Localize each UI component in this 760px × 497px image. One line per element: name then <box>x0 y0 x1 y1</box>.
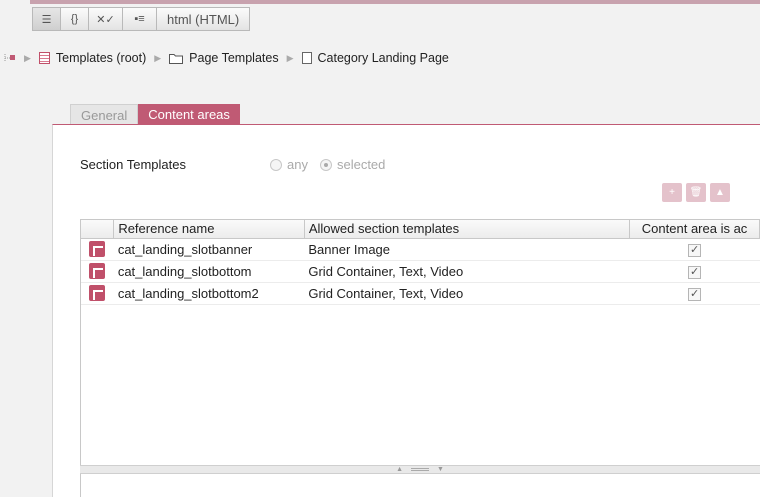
content-areas-table: Reference name Allowed section templates… <box>80 219 760 497</box>
editor-toolbar: ☰ {} ✕✓ ▪≡ html (HTML) <box>32 7 251 31</box>
content-area-icon <box>89 241 106 258</box>
tree-root-icon[interactable] <box>4 53 16 63</box>
collapse-down-icon[interactable]: ▼ <box>437 466 444 473</box>
cell-allowed-section-templates[interactable]: Grid Container, Text, Video <box>304 282 630 305</box>
folder-icon <box>169 53 184 64</box>
column-header-reference-name[interactable]: Reference name <box>113 220 305 239</box>
validate-icon[interactable]: ✕✓ <box>88 7 122 31</box>
cell-allowed-section-templates[interactable]: Banner Image <box>304 238 630 261</box>
breadcrumb: ▶ Templates (root) ▶ Page Templates ▶ Ca… <box>0 48 449 68</box>
grip-icon[interactable] <box>411 468 429 471</box>
template-icon <box>38 52 50 64</box>
content-area-active-checkbox[interactable]: ✓ <box>688 287 702 301</box>
column-header-icon <box>81 220 115 239</box>
form-view-icon[interactable]: ▪≡ <box>122 7 156 31</box>
delete-icon[interactable]: 🗑 <box>686 183 706 202</box>
collapse-up-icon[interactable]: ▲ <box>396 466 403 473</box>
breadcrumb-item-category-landing-page[interactable]: Category Landing Page <box>318 51 449 65</box>
structure-view-icon[interactable]: {} <box>60 7 88 31</box>
move-up-icon[interactable]: ▲ <box>710 183 730 202</box>
document-icon <box>301 52 312 64</box>
breadcrumb-separator-icon: ▶ <box>286 52 294 63</box>
section-templates-radio-group: any selected <box>270 157 397 172</box>
table-header-row: Reference name Allowed section templates… <box>81 220 760 239</box>
splitter-handle[interactable]: ▲ ▼ <box>80 465 760 474</box>
table-row[interactable]: cat_landing_slotbottom2 Grid Container, … <box>81 282 760 305</box>
radio-selected[interactable] <box>319 158 332 171</box>
mode-tab-html[interactable]: html (HTML) <box>156 7 251 31</box>
table-row[interactable]: cat_landing_slotbottom Grid Container, T… <box>81 260 760 283</box>
content-area-active-checkbox[interactable]: ✓ <box>688 243 702 257</box>
column-header-content-area-active[interactable]: Content area is ac <box>629 220 760 239</box>
radio-selected-label[interactable]: selected <box>337 157 385 172</box>
tab-content-areas[interactable]: Content areas <box>138 104 240 125</box>
table-toolbar: + 🗑 ▲ <box>662 183 730 202</box>
radio-any-label[interactable]: any <box>287 157 308 172</box>
add-row-icon[interactable]: + <box>662 183 682 202</box>
table-row[interactable]: cat_landing_slotbanner Banner Image ✓ <box>81 238 760 261</box>
window-top-border <box>30 0 760 4</box>
cell-reference-name[interactable]: cat_landing_slotbottom <box>113 260 305 283</box>
column-header-allowed-section-templates[interactable]: Allowed section templates <box>304 220 631 239</box>
editor-tabs: General Content areas <box>70 103 240 125</box>
tab-general[interactable]: General <box>70 104 139 125</box>
content-area-icon <box>89 285 106 302</box>
breadcrumb-item-templates-root[interactable]: Templates (root) <box>56 51 146 65</box>
section-templates-label: Section Templates <box>80 157 186 172</box>
cell-reference-name[interactable]: cat_landing_slotbottom2 <box>113 282 305 305</box>
properties-view-icon[interactable]: ☰ <box>32 7 60 31</box>
breadcrumb-separator-icon: ▶ <box>154 52 162 63</box>
breadcrumb-item-page-templates[interactable]: Page Templates <box>189 51 278 65</box>
content-area-icon <box>89 263 106 280</box>
breadcrumb-separator-icon: ▶ <box>24 52 31 63</box>
content-area-active-checkbox[interactable]: ✓ <box>688 265 702 279</box>
cell-reference-name[interactable]: cat_landing_slotbanner <box>113 238 305 261</box>
cell-allowed-section-templates[interactable]: Grid Container, Text, Video <box>304 260 630 283</box>
radio-any[interactable] <box>270 158 282 171</box>
